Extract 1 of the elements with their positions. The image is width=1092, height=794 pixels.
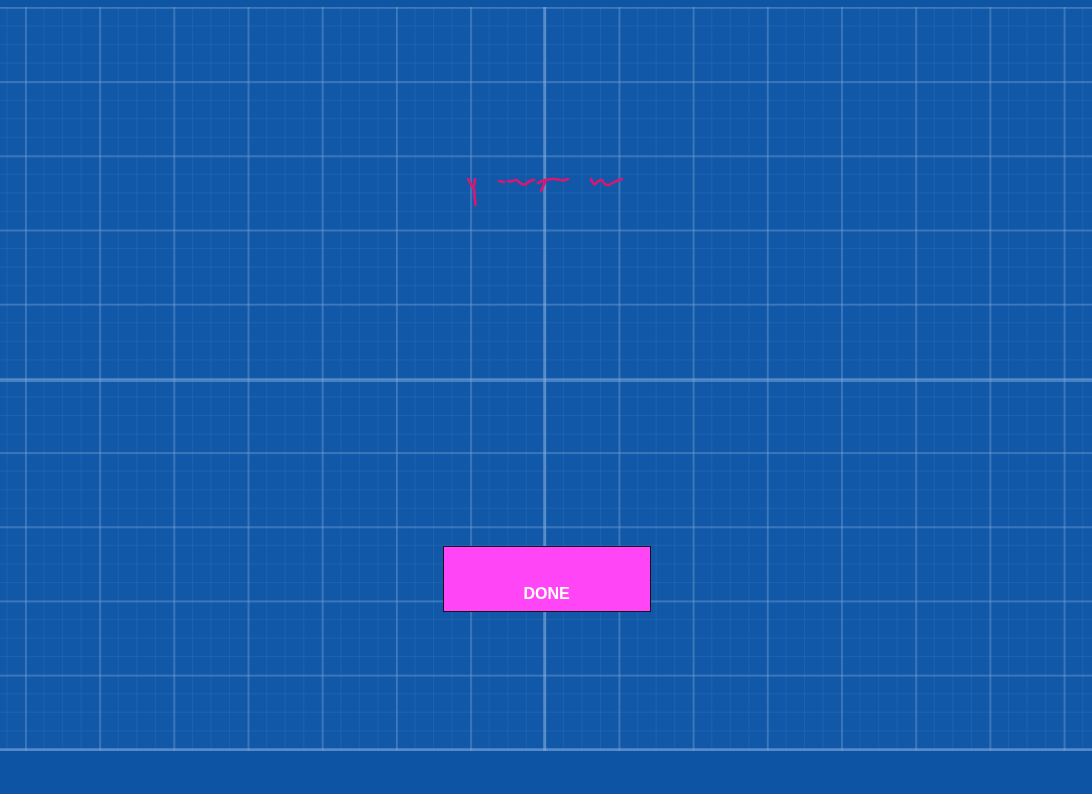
done-button[interactable]: DONE bbox=[442, 546, 651, 612]
